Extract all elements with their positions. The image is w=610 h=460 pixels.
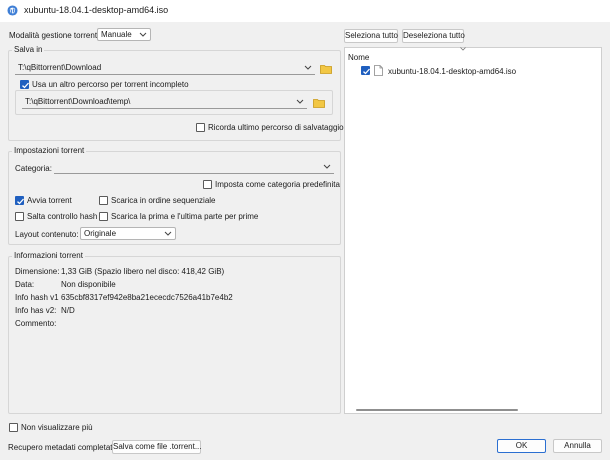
status-text: Recupero metadati completato — [8, 443, 117, 452]
skip-hash-label: Salta controllo hash — [27, 212, 98, 221]
management-mode-label: Modalità gestione torrent: — [9, 31, 100, 40]
category-combo[interactable] — [54, 161, 334, 174]
browse-folder-icon[interactable] — [320, 64, 332, 74]
file-item-checkbox[interactable] — [361, 66, 370, 75]
file-tree[interactable] — [344, 47, 602, 414]
cancel-button[interactable]: Annulla — [553, 439, 602, 453]
file-item-name[interactable]: xubuntu-18.04.1-desktop-amd64.iso — [388, 66, 516, 77]
info-date-value: Non disponibile — [61, 280, 116, 289]
title-bar: qb xubuntu-18.04.1-desktop-amd64.iso — [0, 0, 610, 22]
temp-path-combo[interactable]: T:\qBittorrent\Download\temp\ — [22, 96, 307, 109]
remember-path-checkbox[interactable] — [196, 123, 205, 132]
start-torrent-label: Avvia torrent — [27, 196, 72, 205]
chevron-down-icon — [323, 164, 331, 169]
chevron-down-icon — [164, 231, 172, 236]
sequential-download-label: Scarica in ordine sequenziale — [111, 196, 216, 205]
use-other-path-label: Usa un altro percorso per torrent incomp… — [32, 80, 189, 89]
start-torrent-checkbox[interactable] — [15, 196, 24, 205]
first-last-pieces-checkbox[interactable] — [99, 212, 108, 221]
remember-path-label: Ricorda ultimo percorso di salvataggio — [208, 123, 344, 132]
info-hash-v2-value: N/D — [61, 306, 75, 315]
qbittorrent-logo-icon: qb — [7, 5, 18, 16]
category-label: Categoria: — [15, 164, 52, 173]
save-path-value: T:\qBittorrent\Download — [18, 63, 102, 72]
info-size-value: 1,33 GiB (Spazio libero nel disco: 418,4… — [61, 267, 225, 276]
sort-indicator-icon — [460, 47, 466, 51]
skip-hash-checkbox[interactable] — [15, 212, 24, 221]
first-last-pieces-label: Scarica la prima e l'ultima parte per pr… — [111, 212, 259, 221]
checkmark-icon — [363, 68, 370, 75]
content-layout-label: Layout contenuto: — [15, 230, 79, 239]
chevron-down-icon — [296, 99, 304, 104]
save-as-torrent-button[interactable]: Salva come file .torrent... — [112, 440, 201, 454]
horizontal-scrollbar[interactable] — [356, 409, 518, 411]
save-path-combo[interactable]: T:\qBittorrent\Download — [15, 62, 315, 75]
chevron-down-icon — [304, 65, 312, 70]
svg-text:qb: qb — [9, 9, 17, 15]
browse-temp-folder-icon[interactable] — [313, 98, 325, 108]
torrent-info-group — [8, 256, 341, 414]
management-mode-value: Manuale — [101, 30, 132, 39]
content-layout-value: Originale — [84, 229, 117, 238]
select-all-button[interactable]: Seleziona tutto — [344, 29, 398, 43]
chevron-down-icon — [139, 32, 147, 37]
set-default-category-checkbox[interactable] — [203, 180, 212, 189]
ok-button[interactable]: OK — [497, 439, 546, 453]
info-key: Dimensione: — [15, 267, 60, 276]
sequential-download-checkbox[interactable] — [99, 196, 108, 205]
window-title: xubuntu-18.04.1-desktop-amd64.iso — [24, 5, 169, 15]
info-key: Commento: — [15, 319, 57, 328]
dont-show-again-label: Non visualizzare più — [21, 423, 93, 432]
torrent-info-title: Informazioni torrent — [12, 251, 85, 261]
use-other-path-checkbox[interactable] — [20, 80, 29, 89]
info-key: Data: — [15, 280, 35, 289]
temp-path-value: T:\qBittorrent\Download\temp\ — [25, 97, 131, 106]
save-in-title: Salva in — [12, 45, 45, 55]
checkmark-icon — [22, 82, 29, 89]
deselect-all-button[interactable]: Deseleziona tutto — [402, 29, 465, 43]
torrent-settings-title: Impostazioni torrent — [12, 146, 87, 156]
management-mode-select[interactable]: Manuale — [97, 28, 151, 41]
info-hash-v1-value: 635cbf8317ef942e8ba21ececdc7526a41b7e4b2 — [61, 293, 233, 302]
checkmark-icon — [17, 198, 24, 205]
info-key: Info hash v1 — [15, 293, 59, 302]
set-default-category-label: Imposta come categoria predefinita — [215, 180, 340, 189]
file-icon — [374, 65, 383, 76]
content-layout-select[interactable]: Originale — [80, 227, 176, 240]
dont-show-again-checkbox[interactable] — [9, 423, 18, 432]
info-key: Info has v2: — [15, 306, 57, 315]
column-header-name[interactable]: Nome — [348, 52, 369, 63]
